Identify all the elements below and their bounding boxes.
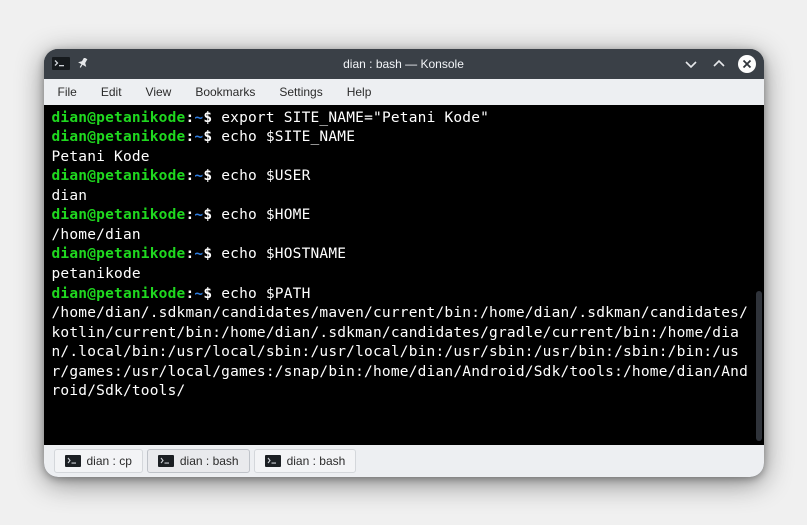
terminal-output: petanikode xyxy=(52,265,756,285)
prompt-user-host: dian@petanikode xyxy=(52,246,186,262)
menu-file[interactable]: File xyxy=(58,85,77,99)
prompt-path: ~ xyxy=(194,110,203,126)
pin-icon[interactable] xyxy=(76,57,90,71)
terminal-line: dian@petanikode:~$ echo $PATH xyxy=(52,285,756,305)
tab-1[interactable]: dian : bash xyxy=(147,449,250,473)
prompt-path: ~ xyxy=(194,168,203,184)
terminal-command: export SITE_NAME="Petani Kode" xyxy=(221,110,489,126)
terminal-output: /home/dian/.sdkman/candidates/maven/curr… xyxy=(52,304,756,402)
prompt-user-host: dian@petanikode xyxy=(52,168,186,184)
prompt-dollar: $ xyxy=(203,129,212,145)
menu-edit[interactable]: Edit xyxy=(101,85,122,99)
tab-label: dian : bash xyxy=(287,454,346,468)
terminal-command: echo $HOSTNAME xyxy=(221,246,346,262)
prompt-path: ~ xyxy=(194,246,203,262)
terminal-command: echo $PATH xyxy=(221,286,310,302)
maximize-button[interactable] xyxy=(710,55,728,73)
terminal-command: echo $USER xyxy=(221,168,310,184)
terminal-output: dian xyxy=(52,187,756,207)
terminal-command: echo $HOME xyxy=(221,207,310,223)
scrollbar[interactable] xyxy=(756,105,762,445)
close-button[interactable] xyxy=(738,55,756,73)
terminal-viewport[interactable]: dian@petanikode:~$ export SITE_NAME="Pet… xyxy=(44,105,764,445)
terminal-command: echo $SITE_NAME xyxy=(221,129,355,145)
menu-view[interactable]: View xyxy=(146,85,172,99)
window-title: dian : bash — Konsole xyxy=(343,57,464,71)
prompt-path: ~ xyxy=(194,207,203,223)
prompt-path: ~ xyxy=(194,129,203,145)
menu-help[interactable]: Help xyxy=(347,85,372,99)
terminal-line: dian@petanikode:~$ echo $SITE_NAME xyxy=(52,128,756,148)
terminal-output: Petani Kode xyxy=(52,148,756,168)
prompt-user-host: dian@petanikode xyxy=(52,207,186,223)
tabbar: dian : cp dian : bash dian : bash xyxy=(44,445,764,477)
prompt-dollar: $ xyxy=(203,207,212,223)
scrollbar-thumb[interactable] xyxy=(756,291,762,441)
window-controls xyxy=(682,55,756,73)
terminal-icon xyxy=(65,455,81,467)
prompt-path: ~ xyxy=(194,286,203,302)
prompt-dollar: $ xyxy=(203,110,212,126)
terminal-icon xyxy=(265,455,281,467)
prompt-user-host: dian@petanikode xyxy=(52,129,186,145)
terminal-line: dian@petanikode:~$ echo $HOME xyxy=(52,206,756,226)
prompt-dollar: $ xyxy=(203,246,212,262)
tab-label: dian : cp xyxy=(87,454,132,468)
menu-settings[interactable]: Settings xyxy=(279,85,322,99)
menubar: File Edit View Bookmarks Settings Help xyxy=(44,79,764,105)
app-window: dian : bash — Konsole File Edit View Boo… xyxy=(44,49,764,477)
prompt-dollar: $ xyxy=(203,168,212,184)
terminal-line: dian@petanikode:~$ echo $USER xyxy=(52,167,756,187)
prompt-user-host: dian@petanikode xyxy=(52,110,186,126)
terminal-output: /home/dian xyxy=(52,226,756,246)
titlebar: dian : bash — Konsole xyxy=(44,49,764,79)
terminal-app-icon xyxy=(52,57,70,71)
prompt-user-host: dian@petanikode xyxy=(52,286,186,302)
menu-bookmarks[interactable]: Bookmarks xyxy=(195,85,255,99)
tab-2[interactable]: dian : bash xyxy=(254,449,357,473)
prompt-dollar: $ xyxy=(203,286,212,302)
minimize-button[interactable] xyxy=(682,55,700,73)
terminal-icon xyxy=(158,455,174,467)
tab-0[interactable]: dian : cp xyxy=(54,449,143,473)
terminal-line: dian@petanikode:~$ export SITE_NAME="Pet… xyxy=(52,109,756,129)
tab-label: dian : bash xyxy=(180,454,239,468)
terminal-line: dian@petanikode:~$ echo $HOSTNAME xyxy=(52,245,756,265)
